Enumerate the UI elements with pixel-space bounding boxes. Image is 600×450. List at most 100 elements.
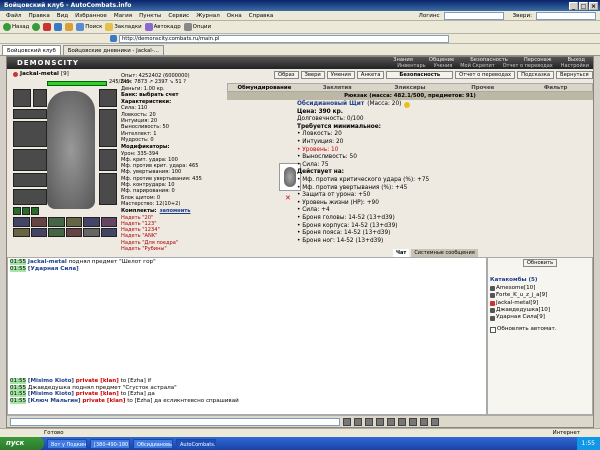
logins-field[interactable]	[443, 11, 504, 20]
belt-item-slot[interactable]	[30, 227, 47, 237]
shield-slot[interactable]	[99, 109, 117, 147]
auto-refresh-checkbox[interactable]	[490, 326, 496, 333]
chat-input[interactable]	[10, 417, 340, 426]
minimize-button[interactable]: _	[569, 1, 578, 10]
drop-item-icon[interactable]: ✕	[285, 194, 291, 202]
return-button[interactable]: Вернуться	[556, 71, 593, 79]
refresh-icon[interactable]	[54, 23, 63, 31]
item-name[interactable]: Обсидиановый Щит	[297, 101, 364, 109]
smiley-icon[interactable]	[354, 417, 362, 426]
chat-author[interactable]: [Ключ Мальгин]	[28, 398, 81, 404]
subnav-skills[interactable]: Учения	[430, 63, 457, 69]
chat-author[interactable]: Джавдедушка	[28, 385, 71, 391]
menu-service[interactable]: Сервис	[168, 13, 189, 19]
player-name[interactable]: Jackal-metal[9]	[496, 300, 538, 307]
tab-other[interactable]: Прочее	[446, 85, 519, 91]
player-list-item[interactable]: Jackal-metal[9]	[490, 300, 590, 307]
belt-item-slot[interactable]	[13, 227, 30, 237]
subnav-inventory[interactable]: Инвентарь	[393, 63, 429, 69]
taskbar-item[interactable]: [380-490-180] - Ожно...	[90, 438, 130, 449]
security-button[interactable]: Безопасность	[386, 71, 454, 79]
mail-icon[interactable]	[420, 417, 428, 426]
belt-item-slot[interactable]	[83, 217, 100, 227]
back-button[interactable]: Назад	[3, 23, 29, 31]
earring-slot[interactable]	[33, 89, 47, 107]
boots-slot[interactable]	[99, 173, 117, 205]
autofill-button[interactable]: Автокадр	[144, 23, 181, 31]
menu-view[interactable]: Вид	[57, 13, 68, 19]
info-icon[interactable]	[404, 101, 411, 108]
stop-icon[interactable]	[43, 23, 52, 31]
chat-author[interactable]: [Ударная Сила]	[28, 266, 79, 272]
belt-item-slot[interactable]	[48, 227, 65, 237]
belt-item-slot[interactable]	[13, 217, 30, 227]
menu-magic[interactable]: Магия	[114, 13, 132, 19]
bracer-slot[interactable]	[99, 89, 117, 107]
player-name[interactable]: Джавдедушка[10]	[496, 307, 550, 314]
helmet-slot[interactable]	[13, 89, 31, 107]
profile-button[interactable]: Анкета	[356, 71, 385, 79]
subnav-script[interactable]: Мой Скрепит	[456, 63, 498, 69]
maximize-button[interactable]: □	[579, 1, 588, 10]
player-list-item[interactable]: Джавдедушка[10]	[490, 307, 590, 314]
tab-fight-club[interactable]: Бойцовский клуб	[2, 45, 61, 55]
taskbar-item[interactable]: Вот у Подкинащих Di...	[47, 438, 87, 449]
taskbar-item[interactable]: AutoCombats.info	[176, 438, 216, 449]
links-field[interactable]	[536, 11, 596, 20]
menu-windows[interactable]: Окна	[227, 13, 242, 19]
skills-button[interactable]: Умения	[326, 71, 355, 79]
amulet-slot[interactable]	[13, 109, 47, 119]
ring-slot[interactable]	[22, 207, 30, 215]
belt-item-slot[interactable]	[100, 217, 117, 227]
send-icon[interactable]	[343, 417, 351, 426]
menu-file[interactable]: Файл	[6, 13, 21, 19]
start-button[interactable]: пуск	[0, 437, 44, 450]
player-name[interactable]: Amesome[10]	[496, 285, 535, 292]
player-name[interactable]: Forte_K_u_z_j_a[9]	[496, 292, 547, 299]
sets-remember-link[interactable]: запомнить	[160, 208, 191, 214]
favorites-button[interactable]: Закладки	[105, 23, 142, 31]
player-list-item[interactable]: Amesome[10]	[490, 285, 590, 292]
menu-edit[interactable]: Правка	[28, 13, 49, 19]
settings-icon[interactable]	[387, 417, 395, 426]
tab-equipment[interactable]: Обмундирование	[228, 85, 301, 91]
map-icon[interactable]	[398, 417, 406, 426]
taskbar-item[interactable]: Обсидиановый щит -...	[133, 438, 173, 449]
menu-journal[interactable]: Журнал	[196, 13, 220, 19]
hint-button[interactable]: Подсказка	[517, 71, 555, 79]
gloves-slot[interactable]	[13, 189, 47, 205]
player-name[interactable]: Ударная Сила[9]	[496, 314, 545, 321]
belt-slot[interactable]	[13, 173, 47, 187]
belt-item-slot[interactable]	[30, 217, 47, 227]
tab-diaries[interactable]: Бойцовские дневники - Jackal-...	[62, 45, 164, 55]
weapon-slot[interactable]	[13, 121, 47, 147]
belt-item-slot[interactable]	[100, 227, 117, 237]
menu-favorites[interactable]: Избранное	[75, 13, 107, 19]
tab-filter[interactable]: Фильтр	[519, 85, 592, 91]
close-button[interactable]: ×	[589, 1, 598, 10]
ring-slot[interactable]	[31, 207, 39, 215]
tab-spells[interactable]: Заклятия	[301, 85, 374, 91]
pets-button[interactable]: Звери	[300, 71, 325, 79]
search-button[interactable]: Поиск	[76, 23, 102, 31]
subnav-transfers[interactable]: Отчет о переводах	[499, 63, 557, 69]
filter-icon[interactable]	[376, 417, 384, 426]
chat-author[interactable]: [Misimo Kioto]	[28, 378, 74, 384]
friends-icon[interactable]	[431, 417, 439, 426]
player-list-item[interactable]: Forte_K_u_z_j_a[9]	[490, 292, 590, 299]
chat-author[interactable]: [Misimo Kioto]	[28, 391, 74, 397]
tab-system-messages[interactable]: Системные сообщения	[411, 249, 478, 257]
belt-item-slot[interactable]	[65, 217, 82, 227]
player-name[interactable]: Jackal-metal	[20, 71, 59, 77]
tab-chat[interactable]: Чат	[393, 249, 410, 257]
set-item[interactable]: Надеть "Рубины"	[121, 246, 229, 252]
address-input[interactable]: http://demonscity.combats.ru/main.pl	[119, 34, 449, 43]
refresh-button[interactable]: Обновить	[522, 259, 558, 267]
menu-points[interactable]: Пункты	[139, 13, 161, 19]
belt-item-slot[interactable]	[48, 217, 65, 227]
ring-slot[interactable]	[13, 207, 21, 215]
player-list-item[interactable]: Ударная Сила[9]	[490, 314, 590, 321]
home-icon[interactable]	[65, 23, 74, 31]
sound-icon[interactable]	[409, 417, 417, 426]
menu-help[interactable]: Справка	[249, 13, 274, 19]
